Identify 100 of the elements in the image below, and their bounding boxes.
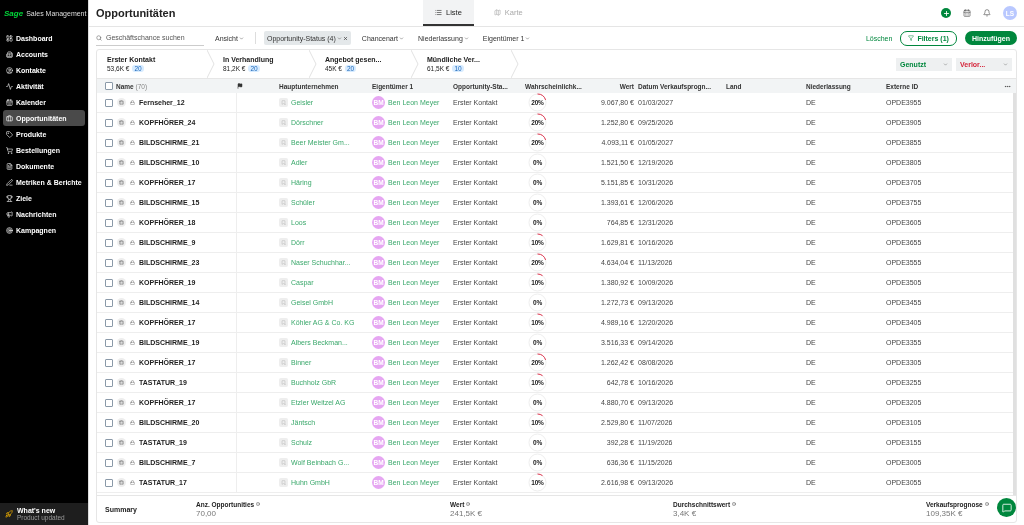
map-icon — [493, 8, 501, 16]
info-icon — [256, 502, 261, 506]
cart-icon — [6, 146, 13, 154]
lock-icon — [130, 180, 135, 185]
lock-icon — [130, 120, 135, 125]
info-icon — [984, 502, 989, 506]
caret-icon — [463, 35, 469, 41]
company-icon — [279, 478, 288, 487]
calendar-icon[interactable] — [963, 9, 971, 17]
bell-icon[interactable] — [983, 9, 991, 17]
briefcase-icon — [117, 258, 126, 267]
checkbox[interactable] — [105, 298, 113, 307]
company-icon — [279, 178, 288, 187]
megaphone-icon — [6, 210, 13, 218]
company-icon — [279, 378, 288, 387]
company-icon — [279, 358, 288, 367]
chat-button[interactable] — [997, 498, 1016, 517]
briefcase-icon — [117, 98, 126, 107]
checkbox[interactable] — [105, 378, 113, 387]
checkbox[interactable] — [105, 158, 113, 167]
checkbox[interactable] — [105, 418, 113, 427]
metric-value: 3,4K € — [673, 508, 698, 518]
company-icon — [279, 278, 288, 287]
company-icon — [279, 198, 288, 207]
search-icon — [96, 34, 102, 41]
caret-icon — [238, 35, 244, 41]
dashboard-icon — [6, 34, 13, 42]
company-icon — [279, 458, 288, 467]
briefcase-icon — [117, 278, 126, 287]
company-icon — [279, 398, 288, 407]
lock-icon — [130, 460, 135, 465]
add-icon[interactable] — [941, 8, 951, 18]
checkbox[interactable] — [105, 118, 113, 127]
company-icon — [279, 438, 288, 447]
checkbox[interactable] — [105, 438, 113, 447]
trophy-icon — [6, 194, 13, 202]
rocket-icon — [5, 510, 13, 518]
checkbox[interactable] — [105, 278, 113, 287]
checkbox[interactable] — [105, 458, 113, 467]
close-icon[interactable] — [342, 35, 348, 41]
briefcase-icon — [117, 478, 126, 487]
list-icon — [435, 8, 442, 16]
briefcase-icon — [117, 418, 126, 427]
company-icon — [279, 338, 288, 347]
lock-icon — [130, 360, 135, 365]
lock-icon — [130, 480, 135, 485]
checkbox[interactable] — [105, 358, 113, 367]
lock-icon — [130, 380, 135, 385]
lock-icon — [130, 240, 135, 245]
lock-icon — [130, 160, 135, 165]
lock-icon — [130, 300, 135, 305]
filter-icon — [908, 35, 915, 41]
tag-icon — [6, 130, 13, 138]
target-icon — [6, 226, 13, 234]
checkbox[interactable] — [105, 318, 113, 327]
checkbox[interactable] — [105, 138, 113, 147]
caret-icon — [943, 61, 948, 67]
lock-icon — [130, 420, 135, 425]
checkbox[interactable] — [105, 398, 113, 407]
user-icon — [6, 66, 13, 74]
caret-icon — [399, 35, 405, 41]
caret-icon — [336, 35, 342, 41]
company-icon — [279, 98, 288, 107]
briefcase-icon — [117, 178, 126, 187]
briefcase-icon — [117, 298, 126, 307]
caret-icon — [525, 35, 531, 41]
company-icon — [279, 258, 288, 267]
lock-icon — [130, 280, 135, 285]
checkbox[interactable] — [105, 82, 113, 90]
lock-icon — [130, 200, 135, 205]
checkbox[interactable] — [105, 238, 113, 247]
company-icon — [279, 318, 288, 327]
briefcase-icon — [117, 318, 126, 327]
caret-icon — [1003, 61, 1008, 67]
info-icon — [732, 502, 737, 506]
briefcase-icon — [117, 118, 126, 127]
logo: Sage — [4, 8, 24, 18]
briefcase-icon — [117, 358, 126, 367]
company-icon — [279, 158, 288, 167]
company-icon — [279, 298, 288, 307]
calendar-icon — [6, 98, 13, 106]
lock-icon — [130, 340, 135, 345]
lock-icon — [130, 440, 135, 445]
checkbox[interactable] — [105, 178, 113, 187]
checkbox[interactable] — [105, 218, 113, 227]
checkbox[interactable] — [105, 98, 113, 107]
flag-icon — [237, 83, 243, 89]
company-icon — [279, 138, 288, 147]
lock-icon — [130, 260, 135, 265]
document-icon — [6, 162, 13, 170]
checkbox[interactable] — [105, 258, 113, 267]
page-title: Opportunitäten — [96, 7, 177, 19]
checkbox[interactable] — [105, 338, 113, 347]
pen-icon — [6, 178, 13, 186]
company-icon — [279, 118, 288, 127]
checkbox[interactable] — [105, 198, 113, 207]
briefcase-icon — [117, 198, 126, 207]
checkbox[interactable] — [105, 478, 113, 487]
lock-icon — [130, 140, 135, 145]
company-icon — [279, 418, 288, 427]
